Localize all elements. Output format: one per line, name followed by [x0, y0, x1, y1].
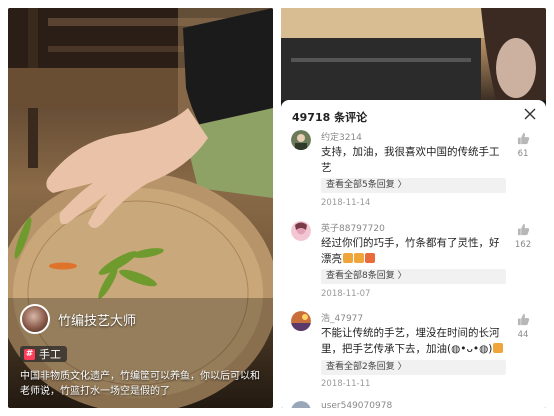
like-button[interactable]: 162: [512, 223, 534, 250]
video-frame[interactable]: 竹编技艺大师 # 手工 中国非物质文化遗产，竹编筐可以养鱼，你以后可以和老师说，…: [8, 8, 273, 408]
emoji-icon: [493, 343, 504, 353]
comment-count-title: 49718 条评论: [292, 111, 368, 124]
chevron-right-icon: 〉: [397, 180, 407, 190]
comment-item: 英子88797720 经过你们的巧手，竹条都有了灵性，好漂亮 查看全部8条回复 …: [281, 221, 546, 307]
video-preview-scene: [281, 8, 546, 100]
emoji-icon: [343, 253, 353, 263]
comment-username[interactable]: user549070978: [321, 401, 392, 408]
user-avatar[interactable]: [291, 130, 311, 150]
comment-username[interactable]: 浩_47977: [321, 311, 363, 324]
like-button[interactable]: 61: [512, 132, 534, 159]
like-button[interactable]: 44: [512, 313, 534, 340]
thumbs-up-icon: [517, 223, 529, 236]
view-replies-button[interactable]: 查看全部2条回复 〉: [321, 360, 506, 375]
view-replies-label: 查看全部5条回复: [326, 180, 395, 190]
video-caption: 中国非物质文化遗产，竹编筐可以养鱼，你以后可以和老师说，竹篮打水一场空是假的了: [20, 371, 260, 397]
user-avatar[interactable]: [291, 221, 311, 241]
view-replies-button[interactable]: 查看全部8条回复 〉: [321, 269, 506, 284]
emoji-icon: [354, 253, 364, 263]
comment-date: 2018-11-07: [321, 289, 371, 299]
comment-text-body: 不能让传统的手艺，埋没在时间的长河里，把手艺传承下去，加油(◍•ᴗ•◍): [321, 327, 500, 355]
thumbs-up-icon: [517, 132, 529, 145]
emoji-icon: [365, 253, 375, 263]
comment-text: 经过你们的巧手，竹条都有了灵性，好漂亮: [321, 235, 506, 267]
creator-avatar[interactable]: [20, 304, 50, 334]
comment-item: 约定3214 支持，加油，我很喜欢中国的传统手工艺 查看全部5条回复 〉 201…: [281, 130, 546, 216]
comment-sheet-header: 49718 条评论: [281, 100, 546, 130]
chevron-right-icon: 〉: [397, 271, 407, 281]
thumbs-up-icon: [517, 313, 529, 326]
like-count: 162: [514, 240, 532, 250]
comment-text: 支持，加油，我很喜欢中国的传统手工艺: [321, 146, 500, 174]
user-avatar[interactable]: [291, 401, 311, 408]
user-avatar[interactable]: [291, 311, 311, 331]
creator-info[interactable]: 竹编技艺大师: [20, 304, 136, 334]
topic-tag-label: 手工: [39, 348, 61, 361]
comment-date: 2018-11-14: [321, 198, 371, 208]
view-replies-label: 查看全部8条回复: [326, 271, 395, 281]
like-count: 44: [517, 330, 529, 340]
comment-sheet: 49718 条评论 约定3214 支持，加油，我很喜欢中国的传统手工艺 查看全部…: [281, 100, 546, 408]
comment-username[interactable]: 英子88797720: [321, 221, 385, 234]
hashtag-icon: #: [24, 348, 35, 360]
comment-date: 2018-11-11: [321, 379, 371, 389]
like-count: 61: [517, 149, 529, 159]
creator-name[interactable]: 竹编技艺大师: [58, 310, 136, 329]
chevron-right-icon: 〉: [397, 362, 407, 372]
close-icon[interactable]: [524, 108, 536, 120]
video-preview[interactable]: [281, 8, 546, 100]
comment-item: 浩_47977 不能让传统的手艺，埋没在时间的长河里，把手艺传承下去，加油(◍•…: [281, 311, 546, 397]
comment-username[interactable]: 约定3214: [321, 130, 362, 143]
comments-screen: 49718 条评论 约定3214 支持，加油，我很喜欢中国的传统手工艺 查看全部…: [281, 8, 546, 408]
view-replies-button[interactable]: 查看全部5条回复 〉: [321, 178, 506, 193]
view-replies-label: 查看全部2条回复: [326, 362, 395, 372]
topic-tag[interactable]: # 手工: [20, 346, 67, 362]
comment-text: 不能让传统的手艺，埋没在时间的长河里，把手艺传承下去，加油(◍•ᴗ•◍): [321, 325, 506, 357]
comment-item: user549070978: [281, 401, 546, 408]
